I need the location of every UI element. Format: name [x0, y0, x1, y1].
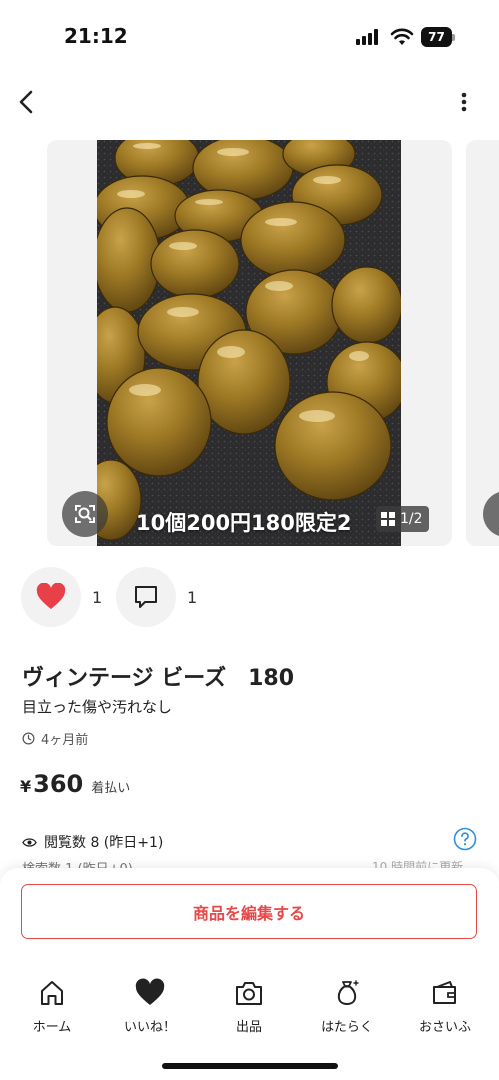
like-button[interactable]: [21, 567, 81, 627]
home-indicator: [162, 1063, 338, 1069]
image-counter-text: 1/2: [400, 511, 423, 527]
edit-item-button[interactable]: 商品を編集する: [21, 884, 477, 939]
comment-count: 1: [187, 587, 198, 607]
tab-likes[interactable]: いいね！: [100, 978, 200, 1035]
heart-icon: [135, 978, 165, 1005]
clock-icon: [22, 732, 35, 745]
shipping-label: 着払い: [91, 781, 131, 796]
screen: 21:12 77 10個200円180限定2 1/2 1 1 ヴィンテージ ビー…: [0, 0, 499, 1080]
comment-icon: [135, 586, 157, 608]
image-search-icon: [75, 505, 95, 523]
camera-icon: [236, 982, 262, 1005]
wifi-icon: [390, 28, 414, 45]
tab-work[interactable]: はたらく: [297, 978, 397, 1035]
battery-level: 77: [421, 27, 452, 47]
image-counter: 1/2: [376, 506, 429, 532]
like-action: 1: [21, 567, 102, 627]
tab-bar: ホーム いいね！ 出品 はたらく おさいふ: [0, 978, 499, 1038]
posted-time-text: 4ヶ月前: [41, 733, 89, 748]
price: ¥ 360 着払い: [20, 770, 130, 798]
price-amount: 360: [33, 770, 84, 798]
bottom-panel: 商品を編集する ホーム いいね！ 出品 はたらく おさいふ: [0, 868, 499, 1080]
wallet-icon: [433, 981, 456, 1004]
comment-action: 1: [116, 567, 197, 627]
currency-symbol: ¥: [20, 777, 32, 796]
tab-wallet[interactable]: おさいふ: [395, 978, 495, 1035]
tab-wallet-label: おさいふ: [418, 1020, 471, 1035]
image-search-button[interactable]: [62, 491, 108, 537]
item-condition: 目立った傷や汚れなし: [22, 698, 173, 716]
status-bar: 21:12 77: [0, 0, 499, 72]
tab-work-label: はたらく: [321, 1020, 373, 1035]
money-bag-icon: [337, 980, 359, 1005]
signal-icon: [356, 29, 382, 45]
product-image-slide[interactable]: [47, 140, 452, 546]
like-count: 1: [92, 587, 103, 607]
next-image-slide[interactable]: [466, 140, 499, 546]
tab-home[interactable]: ホーム: [2, 978, 102, 1035]
battery-icon: 77: [421, 27, 455, 47]
tab-sell-label: 出品: [235, 1020, 262, 1035]
home-icon: [41, 981, 63, 1005]
eye-icon: [22, 837, 37, 847]
view-stats: 閲覧数 8 (昨日+1): [22, 832, 163, 852]
image-carousel[interactable]: [0, 140, 499, 546]
back-chevron-icon[interactable]: [12, 86, 42, 118]
comment-button[interactable]: [116, 567, 176, 627]
more-options-icon[interactable]: [452, 88, 476, 116]
heart-icon: [36, 583, 66, 609]
item-title: ヴィンテージ ビーズ 180: [22, 666, 295, 691]
tab-sell[interactable]: 出品: [199, 978, 299, 1035]
help-icon[interactable]: [453, 827, 477, 851]
view-count-text: 閲覧数 8 (昨日+1): [44, 835, 164, 851]
status-time: 21:12: [64, 24, 128, 48]
grid-icon: [381, 512, 395, 526]
product-photo: [97, 140, 401, 546]
posted-time: 4ヶ月前: [22, 729, 88, 748]
tab-home-label: ホーム: [32, 1020, 72, 1035]
tab-likes-label: いいね！: [123, 1020, 176, 1035]
image-caption: 10個200円180限定2: [136, 511, 352, 535]
